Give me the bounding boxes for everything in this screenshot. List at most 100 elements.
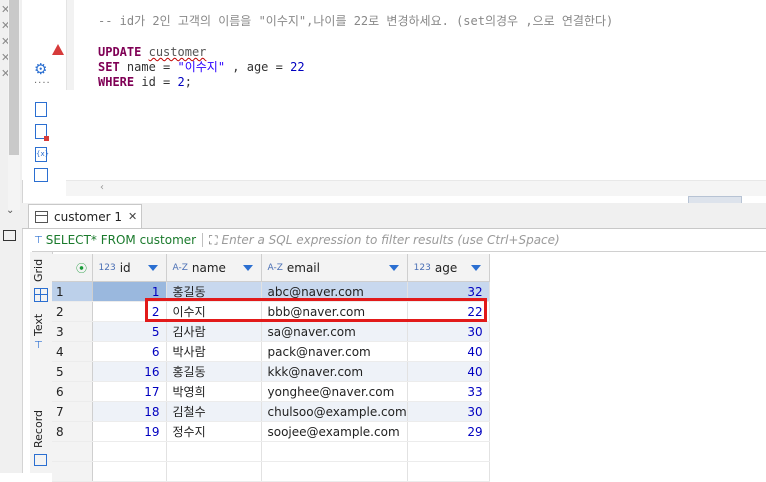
cell-id[interactable]: 19: [92, 421, 167, 442]
table-row[interactable]: 8 19 정수지 soojee@example.com 29: [52, 421, 490, 442]
cell-age[interactable]: 30: [407, 321, 490, 342]
execute-script-icon[interactable]: [35, 102, 47, 117]
cell-name[interactable]: 김사람: [166, 321, 262, 342]
cell-name[interactable]: 김철수: [166, 401, 262, 422]
outline-icon[interactable]: [34, 168, 48, 182]
row-number[interactable]: 5: [52, 361, 93, 382]
scrollbar-thumb[interactable]: [9, 0, 19, 155]
sql-filter-icon[interactable]: ⊤: [34, 235, 43, 246]
sort-dropdown-icon[interactable]: [388, 264, 399, 271]
number-literal: 22: [290, 60, 305, 74]
cell-age[interactable]: 29: [407, 421, 490, 442]
cell-id[interactable]: 6: [92, 341, 167, 362]
cell-email[interactable]: sa@naver.com: [261, 321, 408, 342]
cell-email[interactable]: yonghee@naver.com: [261, 381, 408, 402]
text-view-icon[interactable]: ⊤: [34, 340, 43, 351]
column-header-email[interactable]: A-Z email: [261, 254, 408, 282]
cell-id[interactable]: 16: [92, 361, 167, 382]
sql-editor[interactable]: -- id가 2인 고객의 이름을 "이수지",나이를 22로 변경하세요. (…: [74, 0, 766, 180]
cell-age[interactable]: 30: [407, 401, 490, 422]
cell-email[interactable]: pack@naver.com: [261, 341, 408, 362]
row-number[interactable]: 1: [52, 281, 93, 302]
table-row[interactable]: 3 5 김사람 sa@naver.com 30: [52, 321, 490, 342]
minimize-panel-icon[interactable]: [3, 230, 16, 241]
editor-horizontal-scrollbar[interactable]: ‹: [66, 180, 766, 196]
tab-customer-1[interactable]: customer 1 ✕: [28, 204, 142, 228]
string-literal: "이수지": [177, 60, 226, 74]
grid-icon[interactable]: [34, 288, 48, 302]
warning-icon[interactable]: [52, 44, 64, 55]
table-row[interactable]: 7 18 김철수 chulsoo@example.com 30: [52, 401, 490, 422]
text-type-icon: A-Z: [172, 262, 188, 273]
cell-email[interactable]: kkk@naver.com: [261, 361, 408, 382]
empty-cell: [166, 461, 262, 482]
filter-bar: ⊤ SELECT* FROM customer ⛶ Enter a SQL ex…: [32, 229, 766, 252]
sort-dropdown-icon[interactable]: [147, 264, 158, 271]
results-table: ⦿ 123 id A-Z name A-Z email 123 age 1 1 홍길동 …: [52, 254, 490, 482]
left-vertical-scrollbar[interactable]: [8, 0, 20, 210]
set-clause-a: name =: [119, 60, 178, 74]
export-script-icon[interactable]: [35, 124, 49, 141]
tab-text[interactable]: Text: [32, 314, 45, 336]
expand-icon[interactable]: ⛶: [209, 233, 217, 248]
sort-dropdown-icon[interactable]: [470, 264, 481, 271]
row-number[interactable]: 4: [52, 341, 93, 362]
number-type-icon: 123: [98, 262, 116, 273]
empty-cell: [166, 441, 262, 462]
cell-email[interactable]: soojee@example.com: [261, 421, 408, 442]
sort-dropdown-icon[interactable]: [242, 264, 253, 271]
table-header-row: ⦿ 123 id A-Z name A-Z email 123 age: [52, 254, 490, 282]
cell-id[interactable]: 17: [92, 381, 167, 402]
cell-age[interactable]: 33: [407, 381, 490, 402]
table-icon: [35, 210, 48, 223]
empty-cell: [261, 461, 408, 482]
set-clause-b: , age =: [225, 60, 291, 74]
more-dots-icon[interactable]: ····: [34, 78, 51, 89]
highlight-box: [145, 298, 487, 322]
cell-name[interactable]: 박영희: [166, 381, 262, 402]
number-literal: 2: [177, 75, 185, 89]
cell-id[interactable]: 5: [92, 321, 167, 342]
query-text[interactable]: SELECT* FROM customer: [46, 233, 196, 247]
row-number[interactable]: 6: [52, 381, 93, 402]
row-number[interactable]: 7: [52, 401, 93, 422]
empty-cell: [92, 461, 167, 482]
row-number-empty: [52, 461, 93, 482]
empty-cell: [407, 441, 490, 462]
column-header-age[interactable]: 123 age: [407, 254, 490, 282]
format-sql-icon[interactable]: {x}: [35, 147, 49, 162]
tab-label: customer 1: [54, 209, 122, 224]
table-row[interactable]: 5 16 홍길동 kkk@naver.com 40: [52, 361, 490, 382]
filter-input[interactable]: Enter a SQL expression to filter results…: [221, 233, 559, 247]
chevron-down-icon[interactable]: ⌄: [6, 205, 14, 216]
cell-age[interactable]: 40: [407, 341, 490, 362]
column-header-name[interactable]: A-Z name: [166, 254, 262, 282]
tab-grid[interactable]: Grid: [32, 259, 45, 282]
close-icon[interactable]: ✕: [128, 210, 137, 223]
tab-record[interactable]: Record: [32, 410, 45, 448]
results-grid[interactable]: ⦿ 123 id A-Z name A-Z email 123 age 1 1 홍길동 …: [52, 254, 766, 482]
gear-icon[interactable]: ⚙: [34, 60, 47, 78]
row-number[interactable]: 8: [52, 421, 93, 442]
empty-row: [52, 441, 490, 462]
number-type-icon: 123: [413, 262, 431, 273]
scroll-left-icon[interactable]: ‹: [100, 182, 104, 193]
empty-cell: [261, 441, 408, 462]
table-row[interactable]: 6 17 박영희 yonghee@naver.com 33: [52, 381, 490, 402]
table-row[interactable]: 4 6 박사람 pack@naver.com 40: [52, 341, 490, 362]
record-icon[interactable]: [34, 454, 47, 466]
cell-name[interactable]: 정수지: [166, 421, 262, 442]
cell-id[interactable]: 18: [92, 401, 167, 422]
column-header-id[interactable]: 123 id: [92, 254, 167, 282]
cell-email[interactable]: chulsoo@example.com: [261, 401, 408, 422]
cell-name[interactable]: 박사람: [166, 341, 262, 362]
cell-age[interactable]: 40: [407, 361, 490, 382]
editor-gutter: ⚙ ···· {x}: [22, 0, 67, 182]
row-number[interactable]: 2: [52, 301, 93, 322]
row-number-header: ⦿: [52, 254, 93, 282]
cell-name[interactable]: 홍길동: [166, 361, 262, 382]
select-all-icon[interactable]: ⦿: [76, 262, 87, 275]
row-number[interactable]: 3: [52, 321, 93, 342]
column-name: email: [286, 260, 320, 275]
results-tab-strip: customer 1 ✕: [22, 203, 766, 229]
